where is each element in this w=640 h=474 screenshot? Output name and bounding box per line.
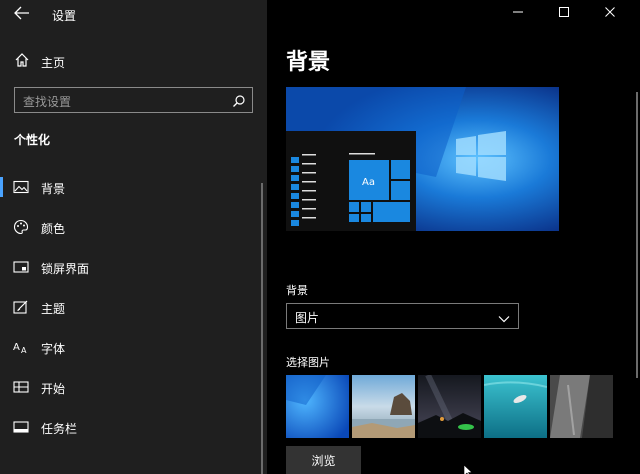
- svg-text:A: A: [13, 342, 20, 353]
- dropdown-value: 图片: [295, 311, 320, 325]
- thumbnail-night-tent[interactable]: [418, 375, 481, 438]
- thumbnail-underwater-swimmer[interactable]: [484, 375, 547, 438]
- close-button[interactable]: [600, 5, 620, 25]
- sidebar-item-lock-screen[interactable]: 锁屏界面: [0, 252, 262, 282]
- sidebar-item-label: 字体: [41, 342, 66, 356]
- theme-brush-icon: [13, 299, 29, 315]
- background-type-label: 背景: [286, 284, 308, 297]
- sidebar-item-label: 颜色: [41, 222, 66, 236]
- back-arrow-icon[interactable]: [12, 6, 32, 24]
- palette-icon: [13, 219, 29, 235]
- minimize-button[interactable]: [508, 5, 528, 25]
- svg-text:A: A: [21, 346, 27, 355]
- font-icon: AA: [13, 339, 29, 355]
- sidebar-item-home[interactable]: 主页: [0, 50, 267, 74]
- mouse-cursor-icon: [463, 462, 473, 474]
- browse-button[interactable]: 浏览: [286, 446, 361, 474]
- app-title: 设置: [52, 9, 77, 23]
- sidebar-item-start[interactable]: 开始: [0, 372, 262, 402]
- main-panel: 背景 Aa 背景 图片 选择图片 浏览: [267, 0, 640, 474]
- window-controls: [500, 0, 640, 30]
- sidebar-item-label: 主题: [41, 302, 66, 316]
- sidebar-item-label: 开始: [41, 382, 66, 396]
- sidebar: 设置 主页 查找设置 个性化 背景 颜色 锁屏界面 主题 A A 字体 开始 任…: [0, 0, 267, 474]
- background-preview: Aa: [286, 87, 559, 231]
- sidebar-scrollbar[interactable]: [261, 183, 263, 474]
- choose-picture-label: 选择图片: [286, 356, 330, 369]
- picture-icon: [13, 179, 29, 195]
- main-scrollbar[interactable]: [636, 92, 638, 378]
- taskbar-icon: [13, 419, 29, 435]
- sidebar-item-label: 主页: [41, 56, 66, 70]
- search-input[interactable]: 查找设置: [14, 87, 253, 113]
- search-placeholder: 查找设置: [23, 95, 72, 109]
- section-title: 个性化: [14, 133, 51, 147]
- chevron-down-icon: [498, 310, 510, 323]
- start-grid-icon: [13, 379, 29, 395]
- background-type-dropdown[interactable]: 图片: [286, 303, 519, 329]
- home-icon: [14, 52, 30, 70]
- page-title: 背景: [286, 50, 331, 75]
- sidebar-item-colors[interactable]: 颜色: [0, 212, 262, 242]
- thumbnail-cliff-rock[interactable]: [550, 375, 613, 438]
- sidebar-item-label: 背景: [41, 182, 66, 196]
- sidebar-item-themes[interactable]: 主题: [0, 292, 262, 322]
- sidebar-item-label: 锁屏界面: [41, 262, 90, 276]
- sidebar-item-taskbar[interactable]: 任务栏: [0, 412, 262, 442]
- search-icon[interactable]: [232, 93, 246, 107]
- titlebar-left: 设置: [0, 0, 267, 30]
- picture-thumbnails: [286, 375, 616, 438]
- lock-screen-icon: [13, 259, 29, 275]
- thumbnail-windows-blue[interactable]: [286, 375, 349, 438]
- thumbnail-rock-beach[interactable]: [352, 375, 415, 438]
- maximize-button[interactable]: [554, 5, 574, 25]
- sidebar-item-fonts[interactable]: AA 字体: [0, 332, 262, 362]
- sidebar-item-background[interactable]: 背景: [0, 172, 262, 202]
- sidebar-item-label: 任务栏: [41, 422, 78, 436]
- preview-tile-text: Aa: [362, 177, 375, 188]
